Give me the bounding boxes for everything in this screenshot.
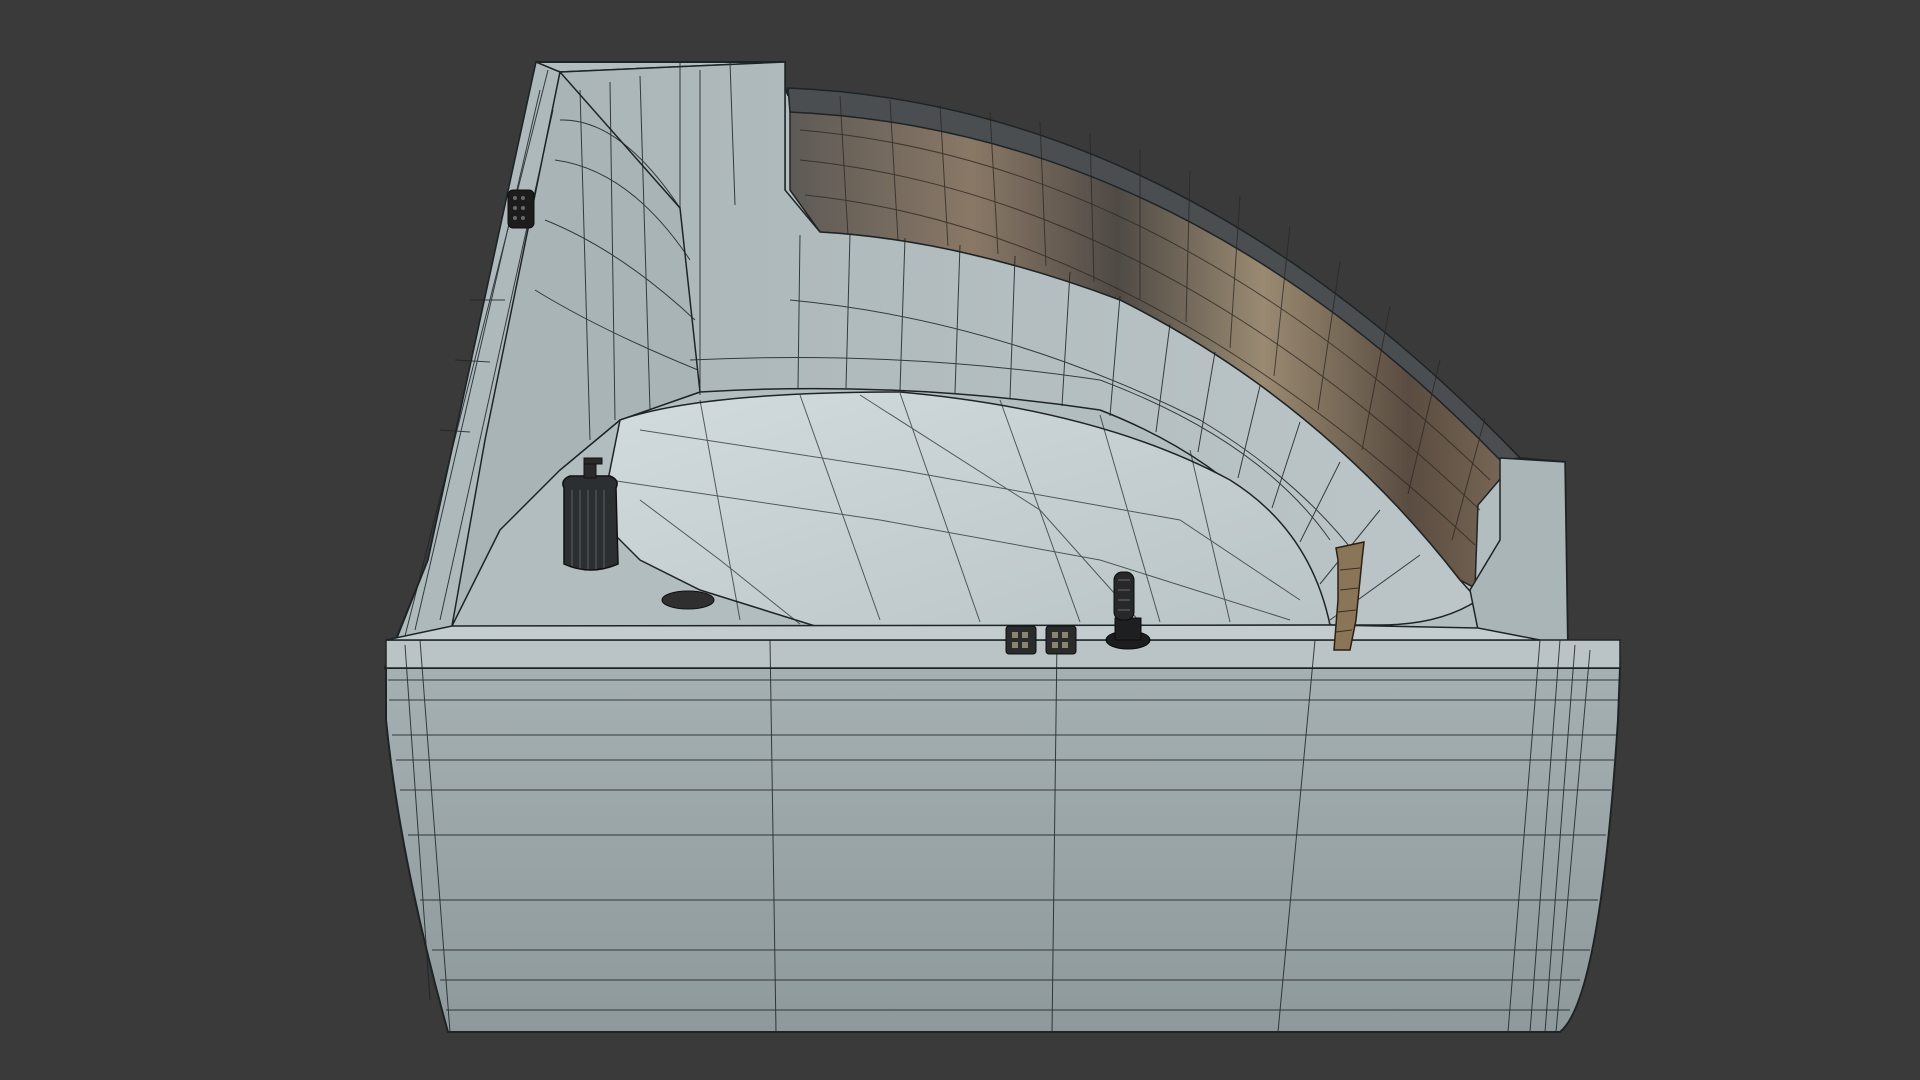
valve-knob-icon[interactable] — [1045, 625, 1077, 655]
tub-front-rim — [385, 639, 1621, 669]
bathtub-model[interactable] — [0, 0, 1920, 1080]
3d-viewport[interactable] — [0, 0, 1920, 1080]
tub-front-face — [385, 667, 1622, 1033]
speaker-grille-icon[interactable] — [507, 189, 535, 229]
valve-knob-icon[interactable] — [1005, 625, 1037, 655]
tub-front-lip — [385, 624, 1541, 641]
drain-cover-icon[interactable] — [661, 590, 715, 610]
